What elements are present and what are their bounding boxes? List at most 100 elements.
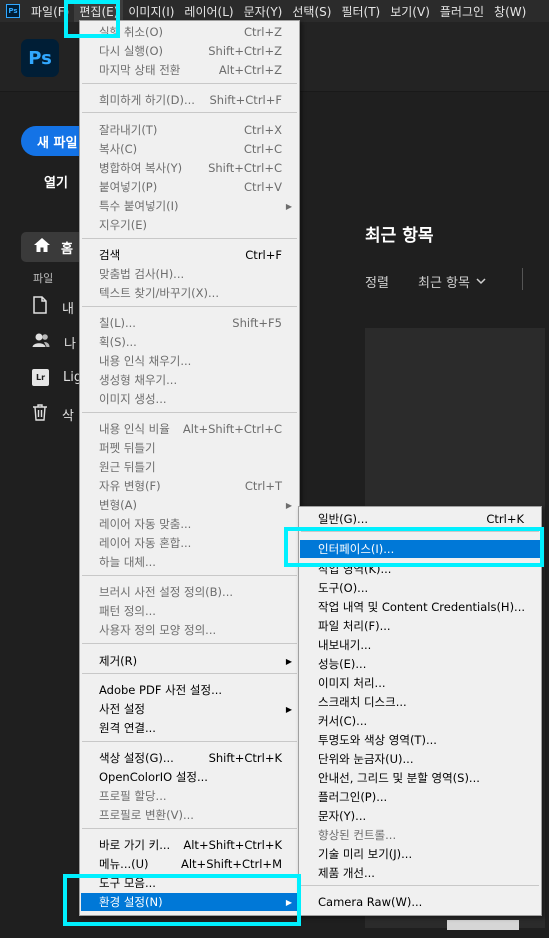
menu-item-label: OpenColorIO 설정... <box>99 770 208 784</box>
menu-item-하늘-대체: 하늘 대체... <box>81 553 298 571</box>
menu-filter[interactable]: 필터(T) <box>336 0 385 22</box>
menu-item-label: 사전 설정 <box>99 702 145 716</box>
menu-item-성능[interactable]: 성능(E)... <box>300 655 540 673</box>
menu-item-내보내기[interactable]: 내보내기... <box>300 636 540 654</box>
menu-item-복사: 복사(C) Ctrl+C <box>81 140 298 158</box>
sidebar-item-shared[interactable]: 나 <box>32 332 76 352</box>
preferences-submenu: 일반(G)... Ctrl+K 인터페이스(I)... 작업 영역(K)... 도구(O… <box>298 506 542 916</box>
menu-item-label: 검색 <box>99 248 121 262</box>
menu-item-shortcut: Ctrl+F <box>245 248 282 262</box>
menu-item-label: 투명도와 색상 영역(T)... <box>318 733 437 747</box>
menu-item-작업-내역-및-content-credentials[interactable]: 작업 내역 및 Content Credentials(H)... <box>300 598 540 616</box>
menu-item-원격-연결[interactable]: 원격 연결... <box>81 719 298 737</box>
menu-item-안내선-그리드-및-분할-영역[interactable]: 안내선, 그리드 및 분할 영역(S)... <box>300 769 540 787</box>
menu-window[interactable]: 창(W) <box>489 0 531 22</box>
menu-item-제품-개선[interactable]: 제품 개선... <box>300 864 540 882</box>
menu-layer[interactable]: 레이어(L) <box>179 0 238 22</box>
menu-item-shortcut: Alt+Shift+Ctrl+M <box>180 857 282 871</box>
menu-select[interactable]: 선택(S) <box>287 0 336 22</box>
recent-filter-dropdown[interactable]: 최근 항목 <box>418 272 486 291</box>
menu-item-label: 레이어 자동 혼합... <box>99 536 192 550</box>
menu-item-검색[interactable]: 검색 Ctrl+F <box>81 246 298 264</box>
submenu-arrow-icon: ▶ <box>285 201 292 211</box>
menu-item-기술-미리-보기[interactable]: 기술 미리 보기(J)... <box>300 845 540 863</box>
menu-item-문자[interactable]: 문자(Y)... <box>300 807 540 825</box>
menu-item-이미지-처리[interactable]: 이미지 처리... <box>300 674 540 692</box>
menu-item-label: 특수 붙여넣기(I) <box>99 199 179 213</box>
menu-item-label: 퍼펫 뒤틀기 <box>99 441 156 455</box>
menu-item-label: 일반(G)... <box>318 512 369 526</box>
menu-item-투명도와-색상-영역[interactable]: 투명도와 색상 영역(T)... <box>300 731 540 749</box>
sidebar-item-lightroom[interactable]: Lr Lig <box>32 369 82 386</box>
menu-item-label: 브러시 사전 설정 정의(B)... <box>99 585 234 599</box>
menu-item-label: 내용 인식 채우기... <box>99 354 192 368</box>
menu-item-label: 제품 개선... <box>318 866 375 880</box>
menu-item-퍼펫-뒤틀기: 퍼펫 뒤틀기 <box>81 439 298 457</box>
menu-separator <box>82 828 297 829</box>
menu-item-label: 레이어 자동 맞춤... <box>99 517 192 531</box>
menu-item-label: 지우기(E) <box>99 218 147 232</box>
menu-item-향상된-컨트롤: 향상된 컨트롤... <box>300 826 540 844</box>
menu-view[interactable]: 보기(V) <box>385 0 435 22</box>
menu-item-label: 제거(R) <box>99 654 138 668</box>
menu-item-사전-설정[interactable]: 사전 설정 ▶ <box>81 700 298 718</box>
menu-separator <box>82 673 297 674</box>
menu-separator <box>82 412 297 413</box>
menu-item-shortcut: Shift+Ctrl+C <box>208 161 282 175</box>
menu-item-다시-실행: 다시 실행(O) Shift+Ctrl+Z <box>81 42 298 60</box>
menu-item-label: 자유 변형(F) <box>99 479 161 493</box>
menu-item-레이어-자동-혼합: 레이어 자동 혼합... <box>81 534 298 552</box>
menu-item-opencolorio-설정[interactable]: OpenColorIO 설정... <box>81 768 298 786</box>
menu-item-label: 붙여넣기(P) <box>99 180 158 194</box>
menu-item-label: 단위와 눈금자(U)... <box>318 752 414 766</box>
menu-item-label: 안내선, 그리드 및 분할 영역(S)... <box>318 771 480 785</box>
menu-item-label: 프로필로 변환(V)... <box>99 808 194 822</box>
menu-separator <box>82 741 297 742</box>
menu-item-label: 문자(Y)... <box>318 809 367 823</box>
menu-item-플러그인[interactable]: 플러그인(P)... <box>300 788 540 806</box>
menu-item-원근-뒤틀기: 원근 뒤틀기 <box>81 458 298 476</box>
menu-item-shortcut: Alt+Ctrl+Z <box>218 63 282 77</box>
menu-type[interactable]: 문자(Y) <box>239 0 288 22</box>
menu-item-label: 변형(A) <box>99 498 137 512</box>
menu-item-label: 이미지 처리... <box>318 676 386 690</box>
menu-plugins[interactable]: 플러그인 <box>435 0 489 22</box>
sidebar-item-trash[interactable]: 삭 <box>32 403 74 425</box>
menu-item-label: 향상된 컨트롤... <box>318 828 397 842</box>
menu-item-파일-처리[interactable]: 파일 처리(F)... <box>300 617 540 635</box>
menu-item-label: 하늘 대체... <box>99 555 156 569</box>
menu-item-label: 원근 뒤틀기 <box>99 460 156 474</box>
menu-item-텍스트-찾기-바꾸기: 텍스트 찾기/바꾸기(X)... <box>81 284 298 302</box>
menu-item-칠: 칠(L)... Shift+F5 <box>81 314 298 332</box>
menu-item-메뉴[interactable]: 메뉴...(U) Alt+Shift+Ctrl+M <box>81 855 298 873</box>
menu-item-프로필로-변환: 프로필로 변환(V)... <box>81 806 298 824</box>
menu-item-제거[interactable]: 제거(R) ▶ <box>81 652 298 670</box>
sidebar-item-files[interactable]: 내 <box>32 296 74 318</box>
menu-item-바로-가기-키[interactable]: 바로 가기 키... Alt+Shift+Ctrl+K <box>81 836 298 854</box>
menu-item-도구[interactable]: 도구(O)... <box>300 579 540 597</box>
menu-item-label: 획(S)... <box>99 335 137 349</box>
menu-separator <box>82 575 297 576</box>
menu-item-shortcut: Shift+Ctrl+Z <box>208 44 282 58</box>
menu-item-shortcut: Shift+Ctrl+K <box>208 751 282 765</box>
menu-item-adobe-pdf-사전-설정[interactable]: Adobe PDF 사전 설정... <box>81 681 298 699</box>
menu-item-색상-설정[interactable]: 색상 설정(G)... Shift+Ctrl+K <box>81 749 298 767</box>
edit-menu: 실행 취소(O) Ctrl+Z 다시 실행(O) Shift+Ctrl+Z 마지막 상태… <box>79 20 300 916</box>
highlight-box-interface <box>284 527 544 567</box>
menu-item-변형: 변형(A) ▶ <box>81 496 298 514</box>
menu-item-프로필-할당: 프로필 할당... <box>81 787 298 805</box>
menu-item-label: 프로필 할당... <box>99 789 167 803</box>
menu-item-스크래치-디스크[interactable]: 스크래치 디스크... <box>300 693 540 711</box>
menu-item-일반[interactable]: 일반(G)... Ctrl+K <box>300 510 540 528</box>
menu-image[interactable]: 이미지(I) <box>123 0 179 22</box>
menu-item-커서[interactable]: 커서(C)... <box>300 712 540 730</box>
menu-item-camera-raw[interactable]: Camera Raw(W)... <box>300 893 540 911</box>
menu-item-단위와-눈금자[interactable]: 단위와 눈금자(U)... <box>300 750 540 768</box>
highlight-box-preferences <box>63 874 301 926</box>
menu-item-label: 희미하게 하기(D)... <box>99 93 195 107</box>
photoshop-logo: Ps <box>21 39 59 77</box>
menu-item-label: Camera Raw(W)... <box>318 895 423 909</box>
home-icon <box>33 237 51 257</box>
open-button[interactable]: 열기 <box>44 172 68 191</box>
file-thumbnail <box>447 920 519 930</box>
